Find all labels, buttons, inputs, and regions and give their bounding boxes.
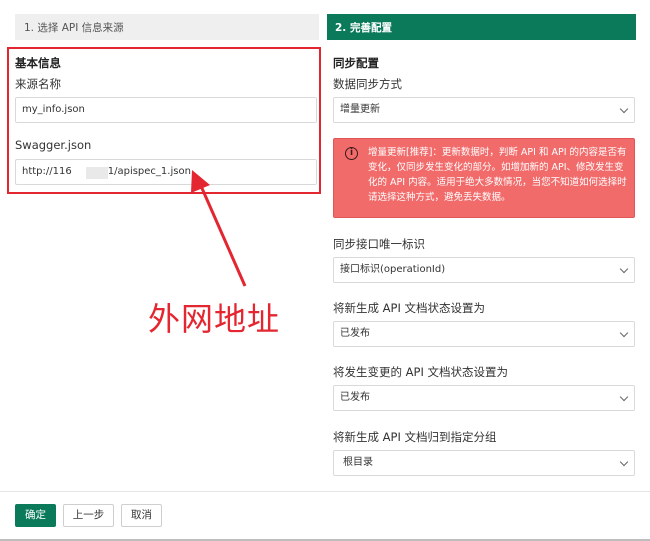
new-status-value: 已发布 xyxy=(340,328,370,339)
changed-status-select[interactable]: 已发布 xyxy=(333,385,635,411)
changed-status-label: 将发生变更的 API 文档状态设置为 xyxy=(333,365,509,379)
chevron-down-icon xyxy=(619,392,629,402)
footer-divider xyxy=(0,491,650,492)
changed-status-value: 已发布 xyxy=(340,392,370,403)
sync-mode-alert: i 增量更新[推荐]：更新数据时，判断 API 和 API 的内容是否有变化，仅… xyxy=(333,138,635,218)
unique-id-select[interactable]: 接口标识(operationId) xyxy=(333,257,635,283)
cancel-button[interactable]: 取消 xyxy=(121,504,162,527)
chevron-down-icon xyxy=(619,457,629,467)
confirm-button[interactable]: 确定 xyxy=(15,504,56,527)
sync-mode-select[interactable]: 增量更新 xyxy=(333,97,635,123)
sync-mode-value: 增量更新 xyxy=(340,104,380,115)
unique-id-label: 同步接口唯一标识 xyxy=(333,237,425,251)
group-value: 根目录 xyxy=(343,457,373,468)
annotation-text: 外网地址 xyxy=(148,300,281,338)
new-status-label: 将新生成 API 文档状态设置为 xyxy=(333,301,486,315)
prev-step-button[interactable]: 上一步 xyxy=(63,504,114,527)
chevron-down-icon xyxy=(619,328,629,338)
group-select[interactable]: 根目录 xyxy=(333,450,635,476)
unique-id-value: 接口标识(operationId) xyxy=(340,264,446,275)
group-label: 将新生成 API 文档归到指定分组 xyxy=(333,430,497,444)
sync-mode-label: 数据同步方式 xyxy=(333,77,402,91)
sync-config-title: 同步配置 xyxy=(333,56,379,70)
new-status-select[interactable]: 已发布 xyxy=(333,321,635,347)
alert-text: 增量更新[推荐]：更新数据时，判断 API 和 API 的内容是否有变化，仅同步… xyxy=(368,147,627,203)
info-circle-icon: i xyxy=(345,147,358,160)
chevron-down-icon xyxy=(619,264,629,274)
chevron-down-icon xyxy=(619,104,629,114)
